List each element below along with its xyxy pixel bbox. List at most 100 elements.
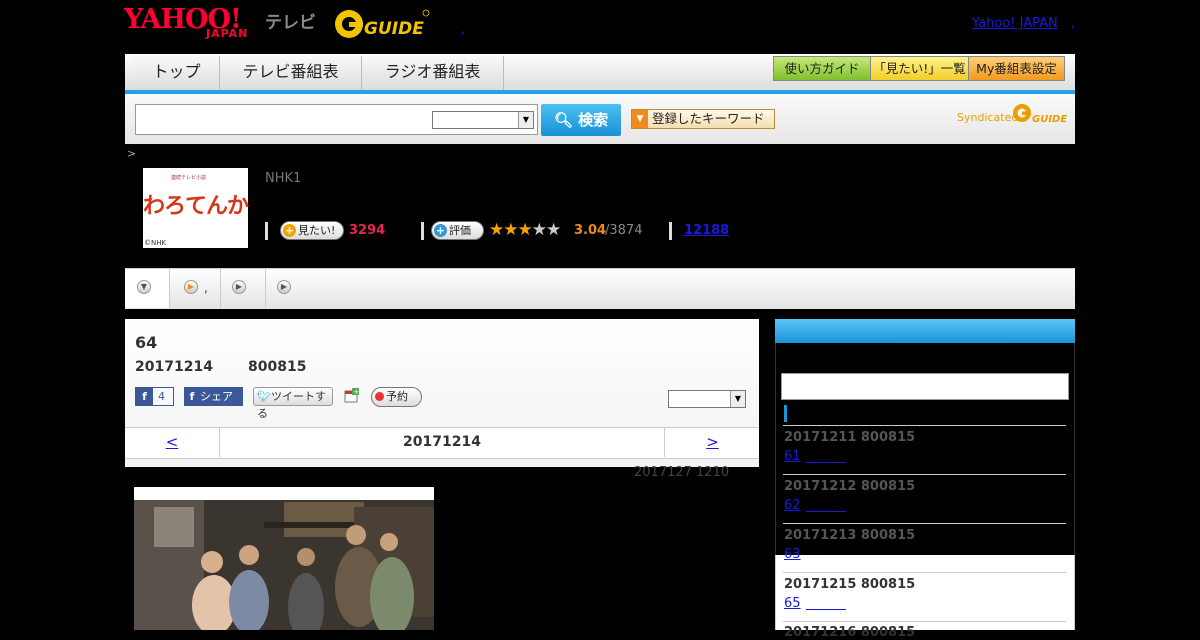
facebook-like-count: 4 (158, 390, 165, 403)
related-episode-link[interactable]: 63 (784, 547, 801, 562)
play-icon: ▶ (184, 280, 198, 294)
nav-tab-radio-schedule[interactable]: ラジオ番組表 (362, 56, 504, 90)
related-episode-date: 20171211 800815 (784, 430, 916, 445)
tab-fourth[interactable]: ▶ (266, 269, 302, 308)
facebook-like-button[interactable]: f4 (135, 387, 174, 406)
gguide-logo[interactable]: GUIDE (334, 8, 430, 40)
episode-time: 800815 (248, 359, 307, 375)
link-underline (806, 609, 846, 610)
episode-select[interactable]: ▼ (668, 390, 746, 408)
star-icon: ★ (503, 220, 518, 240)
divider (265, 222, 268, 240)
facebook-icon: f (136, 388, 153, 405)
registered-keywords-label: 登録したキーワード (652, 111, 765, 126)
section-marker (784, 405, 787, 422)
chevron-down-icon: ▼ (730, 391, 745, 407)
header-dot: , (461, 22, 465, 36)
nav-tab-top[interactable]: トップ (134, 56, 220, 90)
divider (783, 523, 1066, 524)
related-episode-link[interactable]: 61 (784, 449, 801, 464)
count-link[interactable]: 12188 (684, 223, 729, 238)
sidebar-search-input[interactable] (781, 373, 1069, 400)
update-timestamp: 2017127 1210 (634, 465, 730, 480)
episode-number: 64 (135, 333, 158, 352)
tab-third[interactable]: ▶ (221, 269, 266, 308)
related-episode-date: 20171213 800815 (784, 528, 916, 543)
related-episode-date: 20171212 800815 (784, 479, 916, 494)
reserve-label: 予約 (386, 390, 408, 403)
reserve-button[interactable]: 予約 (371, 387, 422, 407)
tweet-button[interactable]: 🐦︎ツイートする (253, 387, 333, 420)
search-genre-select[interactable]: ▼ (432, 111, 534, 129)
divider (783, 474, 1066, 475)
svg-text:GUIDE: GUIDE (364, 19, 424, 39)
svg-text:GUIDE: GUIDE (1032, 114, 1067, 125)
chevron-down-icon: ▼ (518, 112, 533, 128)
record-icon (375, 392, 384, 401)
rate-label: 評価 (449, 224, 471, 237)
tab-program-info[interactable]: ▼ (125, 269, 170, 308)
divider (783, 425, 1066, 426)
header-trailing-dot: , (1071, 16, 1075, 30)
search-button[interactable]: 🔍︎ 検索 (541, 104, 621, 136)
search-button-label: 検索 (578, 111, 609, 129)
syndicated-label: Syndicated (957, 111, 1019, 124)
tab-second-label: , (204, 281, 208, 295)
related-episodes-header (775, 319, 1075, 343)
divider (421, 222, 424, 240)
link-underline (806, 511, 846, 512)
pager-date: 20171214 (403, 434, 481, 450)
divider (783, 621, 1066, 622)
chevron-down-icon: ▼ (632, 110, 648, 128)
channel-name: NHK1 (265, 171, 302, 186)
program-copyright: ©NHK (144, 239, 167, 247)
related-episode-date: 20171216 800815 (784, 625, 916, 640)
related-episode-date: 20171215 800815 (784, 577, 916, 592)
star-icon: ★ (517, 220, 533, 240)
breadcrumb: > (127, 147, 137, 160)
next-day-link[interactable]: > (664, 428, 760, 457)
nav-tab-tv-schedule[interactable]: テレビ番組表 (220, 56, 362, 90)
related-episode-link[interactable]: 65 (784, 596, 801, 611)
link-underline (806, 462, 846, 463)
play-icon: ▶ (232, 280, 246, 294)
registered-keywords-button[interactable]: ▼ 登録したキーワード (631, 109, 775, 129)
yahoo-japan-link[interactable]: Yahoo! JAPAN (972, 16, 1058, 31)
program-logo-title: わろてんか (143, 193, 249, 219)
previous-day-link[interactable]: < (125, 428, 220, 457)
program-thumbnail: 連続テレビ小説 わろてんか ©NHK (143, 168, 249, 248)
related-episode-link[interactable]: 62 (784, 498, 801, 513)
rate-button[interactable]: + 評価 (431, 221, 484, 240)
want-list-button[interactable]: 「見たい!」一覧 (870, 56, 969, 81)
facebook-icon: f (189, 390, 195, 403)
want-to-watch-button[interactable]: + 見たい! (280, 221, 344, 240)
usage-guide-button[interactable]: 使い方ガイド (773, 56, 871, 81)
program-logo-caption: 連続テレビ小説 (171, 175, 207, 181)
search-icon: 🔍︎ (553, 111, 573, 129)
episode-photo (134, 487, 434, 630)
rating-stars: ★★★★★ (489, 220, 561, 240)
tab-second[interactable]: ▶ , (170, 269, 221, 308)
rating-total: /3874 (605, 223, 643, 238)
gguide-small-logo: GUIDE (1013, 104, 1067, 125)
divider (669, 222, 672, 240)
plus-icon: + (283, 224, 296, 237)
star-icon: ★ (531, 220, 547, 240)
my-schedule-settings-button[interactable]: My番組表設定 (968, 56, 1065, 81)
star-icon: ★ (489, 220, 504, 240)
rating-value: 3.04 (574, 223, 607, 238)
calendar-add-icon[interactable]: + (344, 388, 359, 403)
svg-text:+: + (354, 388, 360, 396)
share-label: シェア (200, 390, 233, 403)
chevron-down-icon: ▼ (137, 280, 151, 294)
twitter-bird-icon: 🐦︎ (257, 390, 271, 403)
related-episodes-panel-lower (775, 555, 1075, 630)
tv-logo[interactable]: テレビ (265, 8, 316, 33)
plus-icon: + (434, 224, 447, 237)
want-count: 3294 (349, 223, 386, 238)
star-icon: ★ (546, 220, 561, 240)
yahoo-japan-logo-sub: JAPAN (206, 27, 249, 40)
episode-date: 20171214 (135, 359, 213, 375)
want-label: 見たい! (298, 224, 336, 237)
facebook-share-button[interactable]: f シェア (184, 387, 243, 406)
